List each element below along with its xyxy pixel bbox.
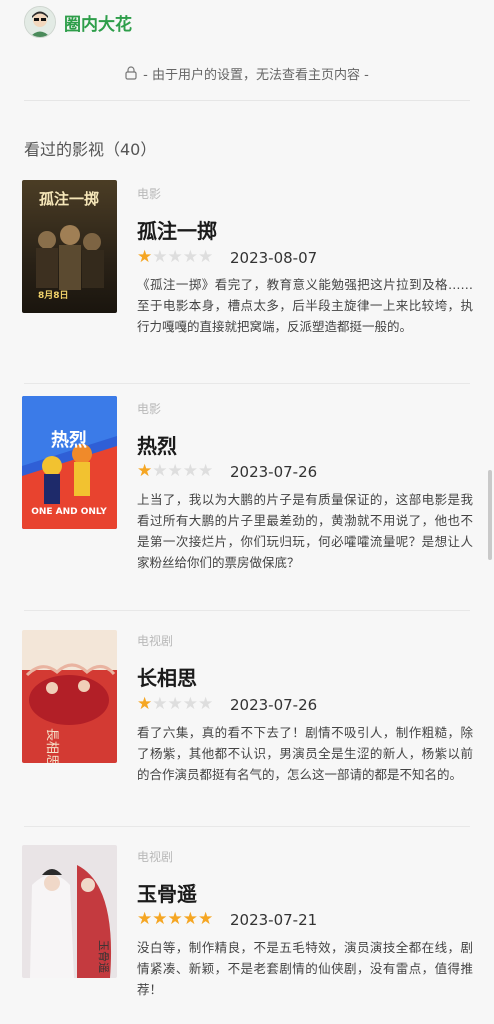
star-icon: ★ <box>137 461 153 481</box>
item-title[interactable]: 玉骨遥 <box>137 878 197 907</box>
star-icon: ★ <box>182 247 198 267</box>
section-title: 看过的影视（40） <box>24 140 157 159</box>
item-date: 2023-08-07 <box>230 249 318 267</box>
star-icon: ★ <box>167 694 183 714</box>
svg-text:8月8日: 8月8日 <box>38 290 69 301</box>
poster-image[interactable]: 孤注一掷 8月8日 <box>22 180 117 313</box>
star-icon: ★ <box>152 461 168 481</box>
divider <box>24 383 470 384</box>
scrollbar[interactable] <box>488 470 492 560</box>
star-icon: ★ <box>137 909 153 929</box>
profile-header: 圈内大花 <box>0 0 494 44</box>
lock-icon <box>125 66 137 80</box>
item-date: 2023-07-21 <box>230 911 318 929</box>
item-title[interactable]: 长相思 <box>137 662 197 691</box>
rating-stars: ★ ★ ★ ★ ★ <box>137 248 213 266</box>
item-date: 2023-07-26 <box>230 463 318 481</box>
star-icon: ★ <box>167 461 183 481</box>
star-icon: ★ <box>182 909 198 929</box>
item-title[interactable]: 孤注一掷 <box>137 215 217 244</box>
star-icon: ★ <box>152 909 168 929</box>
poster-image[interactable]: 長相思 <box>22 630 117 763</box>
rating-stars: ★ ★ ★ ★ ★ <box>137 910 213 928</box>
privacy-notice-text: - 由于用户的设置，无法查看主页内容 - <box>143 67 369 83</box>
item-review: 《孤注一掷》看完了，教育意义能勉强把这片拉到及格……至于电影本身，槽点太多，后半… <box>137 277 473 334</box>
star-icon: ★ <box>198 247 214 267</box>
divider <box>24 610 470 611</box>
item-date: 2023-07-26 <box>230 696 318 714</box>
poster-image[interactable]: 玉骨遥 <box>22 845 117 978</box>
star-icon: ★ <box>198 461 214 481</box>
poster-image[interactable]: 热烈 ONE AND ONLY <box>22 396 117 529</box>
star-icon: ★ <box>182 461 198 481</box>
svg-text:热烈: 热烈 <box>51 429 87 451</box>
item-title[interactable]: 热烈 <box>137 430 177 459</box>
svg-text:孤注一掷: 孤注一掷 <box>39 190 99 208</box>
username[interactable]: 圈内大花 <box>64 10 132 35</box>
rating-stars: ★ ★ ★ ★ ★ <box>137 462 213 480</box>
star-icon: ★ <box>137 247 153 267</box>
star-icon: ★ <box>137 694 153 714</box>
item-type: 电影 <box>137 187 162 201</box>
divider <box>24 100 470 101</box>
star-icon: ★ <box>182 694 198 714</box>
rating-stars: ★ ★ ★ ★ ★ <box>137 695 213 713</box>
privacy-notice: - 由于用户的设置，无法查看主页内容 - <box>0 58 494 88</box>
star-icon: ★ <box>198 694 214 714</box>
svg-text:長相思: 長相思 <box>44 728 59 763</box>
svg-text:ONE AND ONLY: ONE AND ONLY <box>31 507 107 517</box>
item-type: 电视剧 <box>137 850 174 864</box>
item-type: 电影 <box>137 402 162 416</box>
divider <box>24 826 470 827</box>
item-review: 没白等，制作精良，不是五毛特效，演员演技全都在线，剧情紧凑、新颖，不是老套剧情的… <box>137 940 473 997</box>
item-review: 看了六集，真的看不下去了！剧情不吸引人，制作粗糙，除了杨紫，其他都不认识，男演员… <box>137 725 473 782</box>
star-icon: ★ <box>167 247 183 267</box>
item-review: 上当了，我以为大鹏的片子是有质量保证的，这部电影是我看过所有大鹏的片子里最差劲的… <box>137 492 473 570</box>
star-icon: ★ <box>167 909 183 929</box>
avatar[interactable] <box>24 6 56 38</box>
item-type: 电视剧 <box>137 634 174 648</box>
star-icon: ★ <box>198 909 214 929</box>
svg-text:玉骨遥: 玉骨遥 <box>97 940 110 973</box>
star-icon: ★ <box>152 247 168 267</box>
star-icon: ★ <box>152 694 168 714</box>
